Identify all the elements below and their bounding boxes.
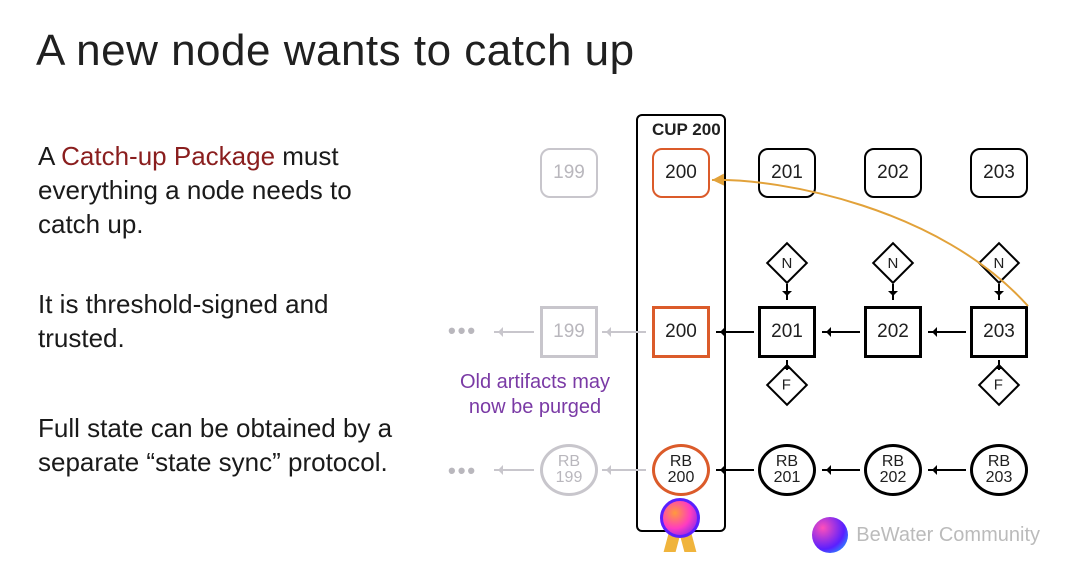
paragraph-2: It is threshold-signed and trusted. [38,288,418,356]
paragraph-1: A Catch-up Package must everything a nod… [38,140,418,241]
slide-title: A new node wants to catch up [36,26,635,76]
paragraph-3: Full state can be obtained by a separate… [38,412,418,480]
arrow-mid-201 [716,331,754,333]
ellipsis-bot: ••• [448,458,477,484]
rb-num: 199 [556,470,583,486]
rb-label: RB [558,454,580,470]
arrow-mid-202 [822,331,860,333]
arrow-rb-202 [822,469,860,471]
diamond-f-203: F [978,364,1020,406]
ellipsis-mid: ••• [448,318,477,344]
p1-pre: A [38,141,61,171]
arrow-mid-199 [494,331,534,333]
purge-caption: Old artifacts may now be purged [440,370,630,420]
rb-200: RB 200 [652,444,710,496]
block-200-top: 200 [652,148,710,198]
rb-num: 202 [880,470,907,486]
rb-num: 203 [986,470,1013,486]
arrow-n-203 [998,284,1000,300]
block-202-top: 202 [864,148,922,198]
rb-num: 200 [668,470,695,486]
diamond-f-201: F [766,364,808,406]
diamond-n-203: N [978,242,1020,284]
arrow-rb-201 [716,469,754,471]
watermark-text: BeWater Community [856,524,1040,547]
block-203-top: 203 [970,148,1028,198]
catch-up-package-term: Catch-up Package [61,141,275,171]
rb-num: 201 [774,470,801,486]
block-201-top: 201 [758,148,816,198]
watermark-logo-icon [812,517,848,553]
watermark: BeWater Community [812,517,1040,553]
arrow-rb-200 [602,469,646,471]
block-201-mid: 201 [758,306,816,358]
arrow-mid-200 [602,331,646,333]
rb-label: RB [988,454,1010,470]
arrow-mid-203 [928,331,966,333]
diamond-n-201: N [766,242,808,284]
arrow-n-201 [786,284,788,300]
arrow-f-201 [786,360,788,370]
block-203-mid: 203 [970,306,1028,358]
rb-199: RB 199 [540,444,598,496]
rb-203: RB 203 [970,444,1028,496]
arrow-rb-199 [494,469,534,471]
rb-201: RB 201 [758,444,816,496]
rb-202: RB 202 [864,444,922,496]
block-199-top: 199 [540,148,598,198]
arrow-n-202 [892,284,894,300]
block-200-mid: 200 [652,306,710,358]
block-202-mid: 202 [864,306,922,358]
rb-label: RB [670,454,692,470]
arrow-rb-203 [928,469,966,471]
arrow-f-203 [998,360,1000,370]
ribbon-badge-icon [652,498,708,554]
rb-label: RB [776,454,798,470]
diamond-n-202: N [872,242,914,284]
rb-label: RB [882,454,904,470]
block-199-mid: 199 [540,306,598,358]
cup-label: CUP 200 [652,120,721,140]
